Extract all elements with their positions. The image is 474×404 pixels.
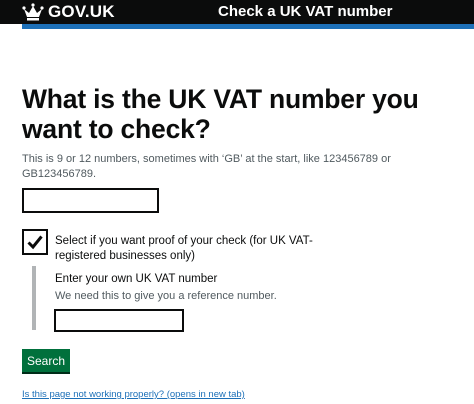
checkmark-icon — [27, 235, 43, 250]
feedback-link[interactable]: Is this page not working properly? (open… — [22, 389, 245, 400]
govuk-logo-link[interactable]: GOV.UK — [22, 2, 115, 22]
conditional-reveal-border — [32, 266, 36, 330]
reference-vat-label: Enter your own UK VAT number — [55, 273, 218, 285]
vat-number-input[interactable] — [22, 188, 159, 213]
crown-icon — [22, 3, 44, 21]
page-title: What is the UK VAT number you want to ch… — [22, 84, 419, 144]
logo-text: GOV.UK — [48, 2, 115, 21]
proof-checkbox-label[interactable]: Select if you want proof of your check (… — [55, 234, 355, 264]
reference-vat-hint: We need this to give you a reference num… — [55, 290, 277, 302]
service-name-link[interactable]: Check a UK VAT number — [218, 3, 392, 20]
header-bar: GOV.UK Check a UK VAT number — [0, 0, 474, 24]
search-button[interactable]: Search — [22, 349, 70, 372]
vat-number-hint: This is 9 or 12 numbers, sometimes with … — [22, 153, 391, 180]
reference-vat-input[interactable] — [54, 309, 184, 332]
proof-checkbox[interactable] — [22, 229, 48, 255]
header-accent-bar — [22, 24, 474, 29]
